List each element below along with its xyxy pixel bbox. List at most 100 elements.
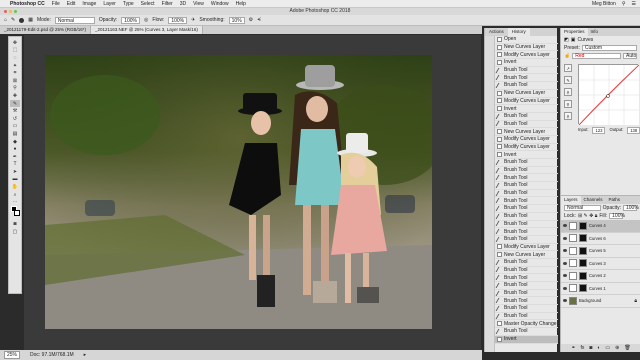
trash-icon[interactable]: 🗑︎ [624,345,630,351]
history-item[interactable]: New Curves Layer [495,251,558,259]
document-photo[interactable] [45,55,432,329]
pressure-opacity-icon[interactable]: ◎ [144,17,148,23]
curves-adjustment-icon[interactable] [569,246,577,255]
layer-style-icon[interactable]: fx [580,345,584,351]
history-item[interactable]: Modify Curves Layer [495,244,558,252]
menu-help[interactable]: Help [236,1,246,7]
menu-window[interactable]: Window [211,1,229,7]
history-item[interactable]: Open [495,36,558,44]
history-item[interactable]: Brush Tool [495,74,558,83]
layer-row[interactable]: Curves 4 [561,220,640,233]
menu-select[interactable]: Select [141,1,155,7]
brush-tool-icon[interactable]: ✎ [11,17,15,23]
clone-stamp-tool-icon[interactable]: ⚒ [10,108,20,115]
blur-tool-icon[interactable]: ◆ [10,138,20,145]
zoom-level-input[interactable]: 25% [4,351,21,359]
layer-row[interactable]: Curves 5 [561,245,640,258]
layer-mask-thumbnail[interactable] [579,234,587,243]
menu-type[interactable]: Type [123,1,134,7]
layer-row[interactable]: Curves 3 [561,258,640,270]
history-item[interactable]: Invert [495,335,558,344]
layer-mask-thumbnail[interactable] [579,259,587,268]
tab-actions[interactable]: Actions [485,28,508,36]
curves-graph[interactable] [578,64,640,126]
history-item[interactable]: New Curves Layer [495,44,558,52]
gradient-tool-icon[interactable]: ▤ [10,130,20,137]
history-item[interactable]: Invert [495,105,558,113]
layer-mask-thumbnail[interactable] [579,246,587,255]
layer-opacity-input[interactable]: 100% [623,205,639,211]
visibility-eye-icon[interactable] [563,236,567,240]
zoom-tool-icon[interactable]: ⌕ [10,191,20,198]
status-menu-arrow-icon[interactable]: ▸ [84,352,87,358]
history-item[interactable]: Brush Tool [495,313,558,321]
zoom-window-button[interactable] [14,10,17,13]
curves-adjustment-icon[interactable] [569,284,577,293]
visibility-eye-icon[interactable] [563,261,567,265]
layer-name[interactable]: Curves 1 [589,286,606,291]
history-item[interactable]: Brush Tool [495,274,558,282]
layer-name[interactable]: Curves 3 [589,261,606,266]
history-item[interactable]: Modify Curves Layer [495,51,558,60]
curves-adjustment-icon[interactable] [569,234,577,243]
menu-3d[interactable]: 3D [180,1,186,7]
auto-button[interactable]: Auto [623,53,637,59]
history-item[interactable]: Modify Curves Layer [495,136,558,144]
healing-brush-tool-icon[interactable]: ✚ [10,92,20,99]
symmetry-icon[interactable]: ᗕ [257,17,261,23]
menu-edit[interactable]: Edit [67,1,76,7]
path-selection-tool-icon[interactable]: ➤ [10,168,20,175]
more-tools-icon[interactable]: ⋯ [10,199,20,206]
history-brush-tool-icon[interactable]: ↺ [10,115,20,122]
channel-select[interactable]: Red [572,53,621,59]
history-item[interactable]: Brush Tool [495,182,558,190]
history-item[interactable]: Brush Tool [495,259,558,267]
history-item[interactable]: Brush Tool [495,236,558,244]
add-mask-icon[interactable]: ◙ [589,345,592,351]
opacity-input[interactable]: 100% [121,16,141,24]
tab-history[interactable]: History [507,28,530,36]
pen-tool-icon[interactable]: ✒ [10,153,20,160]
blend-mode-select[interactable]: Normal [564,205,601,211]
tab-properties[interactable]: Properties [561,28,588,36]
history-item[interactable]: Brush Tool [495,67,558,75]
history-item[interactable]: Brush Tool [495,197,558,206]
tab-document-2[interactable]: _20121163.NEF @ 25% (Curves 3, Layer Mas… [91,26,203,34]
screen-mode-icon[interactable]: ▢ [10,229,20,236]
history-item[interactable]: Brush Tool [495,221,558,229]
visibility-eye-icon[interactable] [563,224,567,228]
history-item[interactable]: Invert [495,151,558,159]
smoothing-input[interactable]: 10% [228,16,245,24]
output-value[interactable]: 138 [627,127,640,134]
history-item[interactable]: Brush Tool [495,82,558,90]
curves-adjustment-icon[interactable] [569,271,577,280]
minimize-window-button[interactable] [9,10,12,13]
fill-input[interactable]: 100% [609,213,625,219]
black-point-eyedropper-icon[interactable]: ⚲ [564,88,572,96]
visibility-eye-icon[interactable] [563,249,567,253]
menu-filter[interactable]: Filter [162,1,173,7]
mask-icon[interactable]: ▣ [571,37,576,43]
brush-tool-icon[interactable]: ✎ [10,100,20,108]
menu-list-icon[interactable]: ☰ [632,1,636,7]
history-item[interactable]: Brush Tool [495,228,558,236]
adjustment-layer-icon[interactable]: ◐ [597,345,600,351]
tab-info[interactable]: Info [588,28,602,36]
mode-select[interactable]: Normal [54,16,95,24]
quick-select-tool-icon[interactable]: ✦ [10,62,20,69]
history-item[interactable]: Modify Curves Layer [495,98,558,106]
curves-adjustment-icon[interactable] [569,259,577,268]
layer-name[interactable]: Curves 6 [589,236,606,241]
lasso-tool-icon[interactable]: ◌ [10,54,20,61]
history-item[interactable]: Brush Tool [495,267,558,275]
menu-view[interactable]: View [193,1,204,7]
history-item[interactable]: Brush Tool [495,121,558,129]
white-point-eyedropper-icon[interactable]: ⚲ [564,112,572,120]
layer-name[interactable]: Background [579,298,601,303]
input-value[interactable]: 123 [592,127,606,134]
canvas-area[interactable] [24,35,481,350]
flow-input[interactable]: 100% [168,16,188,24]
frame-tool-icon[interactable]: ⊠ [10,77,20,84]
history-item[interactable]: Modify Curves Layer [495,144,558,152]
dodge-tool-icon[interactable]: ● [10,146,20,153]
